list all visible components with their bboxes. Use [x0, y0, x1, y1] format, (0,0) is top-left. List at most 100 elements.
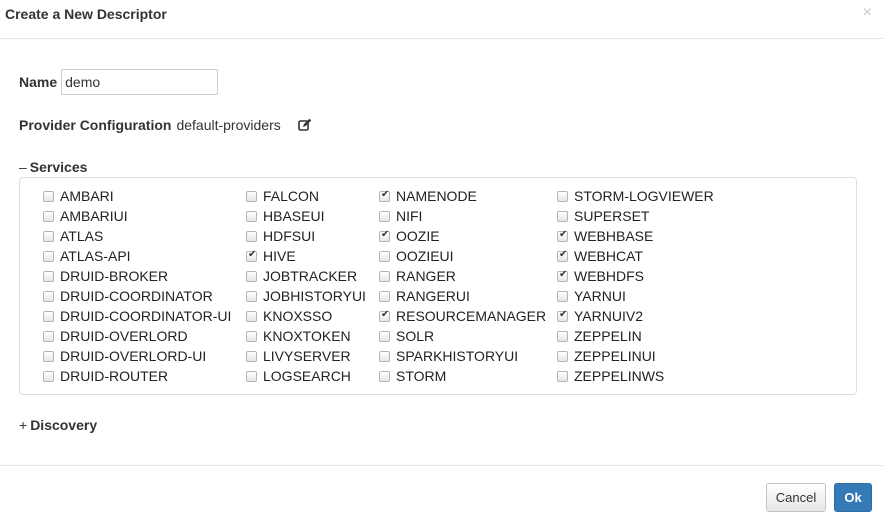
checkbox-checked[interactable]	[379, 309, 390, 322]
services-column: STORM-LOGVIEWER SUPERSET WEBHBASE WEBHCAT WE…	[557, 186, 714, 386]
service-checkbox-item[interactable]: DRUID-OVERLORD-UI	[43, 346, 231, 366]
service-checkbox-item[interactable]: RESOURCEMANAGER	[379, 306, 546, 326]
checkbox-unchecked[interactable]	[557, 330, 568, 342]
service-checkbox-item[interactable]: SUPERSET	[557, 206, 714, 226]
service-checkbox-item[interactable]: OOZIE	[379, 226, 546, 246]
service-checkbox-item[interactable]: RANGER	[379, 266, 546, 286]
service-checkbox-item[interactable]: ZEPPELIN	[557, 326, 714, 346]
service-checkbox-item[interactable]: WEBHCAT	[557, 246, 714, 266]
service-checkbox-item[interactable]: HIVE	[246, 246, 366, 266]
service-checkbox-item[interactable]: LOGSEARCH	[246, 366, 366, 386]
cancel-button[interactable]: Cancel	[766, 483, 826, 512]
service-checkbox-item[interactable]: JOBHISTORYUI	[246, 286, 366, 306]
service-checkbox-item[interactable]: SPARKHISTORYUI	[379, 346, 546, 366]
service-checkbox-item[interactable]: KNOXTOKEN	[246, 326, 366, 346]
service-checkbox-item[interactable]: HBASEUI	[246, 206, 366, 226]
service-checkbox-item[interactable]: AMBARI	[43, 186, 231, 206]
service-checkbox-item[interactable]: KNOXSSO	[246, 306, 366, 326]
service-checkbox-item[interactable]: AMBARIUI	[43, 206, 231, 226]
service-checkbox-item[interactable]: FALCON	[246, 186, 366, 206]
checkbox-unchecked[interactable]	[246, 370, 257, 382]
service-checkbox-item[interactable]: YARNUIV2	[557, 306, 714, 326]
checkbox-checked[interactable]	[557, 229, 568, 242]
service-label: HBASEUI	[263, 208, 325, 224]
checkbox-checked[interactable]	[557, 269, 568, 282]
service-checkbox-item[interactable]: NIFI	[379, 206, 546, 226]
service-checkbox-item[interactable]: JOBTRACKER	[246, 266, 366, 286]
checkbox-unchecked[interactable]	[557, 370, 568, 382]
checkbox-checked[interactable]	[557, 309, 568, 322]
checkbox-checked[interactable]	[379, 189, 390, 202]
checkbox-unchecked[interactable]	[557, 290, 568, 302]
discovery-section-toggle[interactable]: + Discovery	[19, 417, 97, 433]
service-checkbox-item[interactable]: OOZIEUI	[379, 246, 546, 266]
service-label: AMBARI	[60, 188, 114, 204]
service-checkbox-item[interactable]: DRUID-OVERLORD	[43, 326, 231, 346]
checkbox-unchecked[interactable]	[43, 350, 54, 362]
checkbox-unchecked[interactable]	[246, 270, 257, 282]
ok-button[interactable]: Ok	[834, 483, 872, 512]
edit-icon[interactable]	[297, 118, 312, 132]
checkbox-checked[interactable]	[246, 249, 257, 262]
checkbox-unchecked[interactable]	[379, 350, 390, 362]
service-checkbox-item[interactable]: HDFSUI	[246, 226, 366, 246]
checkbox-unchecked[interactable]	[557, 190, 568, 202]
service-checkbox-item[interactable]: ZEPPELINWS	[557, 366, 714, 386]
checkbox-unchecked[interactable]	[43, 330, 54, 342]
service-checkbox-item[interactable]: YARNUI	[557, 286, 714, 306]
checkbox-unchecked[interactable]	[246, 230, 257, 242]
checkbox-checked[interactable]	[557, 249, 568, 262]
service-checkbox-item[interactable]: LIVYSERVER	[246, 346, 366, 366]
checkbox-unchecked[interactable]	[557, 350, 568, 362]
checkbox-unchecked[interactable]	[246, 350, 257, 362]
checkbox-unchecked[interactable]	[379, 370, 390, 382]
service-checkbox-item[interactable]: NAMENODE	[379, 186, 546, 206]
checkbox-unchecked[interactable]	[246, 290, 257, 302]
checkbox-unchecked[interactable]	[379, 250, 390, 262]
service-label: AMBARIUI	[60, 208, 128, 224]
checkbox-unchecked[interactable]	[246, 190, 257, 202]
service-checkbox-item[interactable]: RANGERUI	[379, 286, 546, 306]
service-label: DRUID-BROKER	[60, 268, 169, 284]
service-checkbox-item[interactable]: ATLAS-API	[43, 246, 231, 266]
checkbox-unchecked[interactable]	[246, 210, 257, 222]
services-label: Services	[29, 159, 88, 175]
service-checkbox-item[interactable]: STORM	[379, 366, 546, 386]
checkbox-unchecked[interactable]	[43, 310, 54, 322]
checkbox-unchecked[interactable]	[557, 210, 568, 222]
checkbox-unchecked[interactable]	[43, 230, 54, 242]
close-icon[interactable]: ×	[863, 5, 872, 21]
checkbox-unchecked[interactable]	[379, 330, 390, 342]
service-checkbox-item[interactable]: DRUID-ROUTER	[43, 366, 231, 386]
service-checkbox-item[interactable]: DRUID-COORDINATOR-UI	[43, 306, 231, 326]
checkbox-unchecked[interactable]	[43, 250, 54, 262]
checkbox-unchecked[interactable]	[43, 190, 54, 202]
service-label: WEBHBASE	[574, 228, 654, 244]
checkbox-unchecked[interactable]	[379, 210, 390, 222]
service-checkbox-item[interactable]: WEBHBASE	[557, 226, 714, 246]
service-label: WEBHDFS	[574, 268, 644, 284]
service-checkbox-item[interactable]: STORM-LOGVIEWER	[557, 186, 714, 206]
service-checkbox-item[interactable]: WEBHDFS	[557, 266, 714, 286]
checkbox-unchecked[interactable]	[43, 370, 54, 382]
service-checkbox-item[interactable]: ZEPPELINUI	[557, 346, 714, 366]
checkbox-unchecked[interactable]	[246, 310, 257, 322]
checkbox-unchecked[interactable]	[43, 270, 54, 282]
checkbox-unchecked[interactable]	[379, 270, 390, 282]
checkbox-unchecked[interactable]	[43, 210, 54, 222]
service-checkbox-item[interactable]: ATLAS	[43, 226, 231, 246]
checkbox-checked[interactable]	[379, 229, 390, 242]
service-checkbox-item[interactable]: DRUID-BROKER	[43, 266, 231, 286]
services-section-toggle[interactable]: – Services	[19, 159, 87, 175]
service-checkbox-item[interactable]: SOLR	[379, 326, 546, 346]
service-label: SUPERSET	[574, 208, 650, 224]
checkbox-unchecked[interactable]	[246, 330, 257, 342]
service-label: STORM	[396, 368, 447, 384]
checkbox-unchecked[interactable]	[43, 290, 54, 302]
service-checkbox-item[interactable]: DRUID-COORDINATOR	[43, 286, 231, 306]
checkbox-unchecked[interactable]	[379, 290, 390, 302]
service-label: DRUID-OVERLORD	[60, 328, 188, 344]
service-label: NIFI	[396, 208, 423, 224]
service-label: STORM-LOGVIEWER	[574, 188, 714, 204]
name-input[interactable]	[61, 69, 219, 95]
